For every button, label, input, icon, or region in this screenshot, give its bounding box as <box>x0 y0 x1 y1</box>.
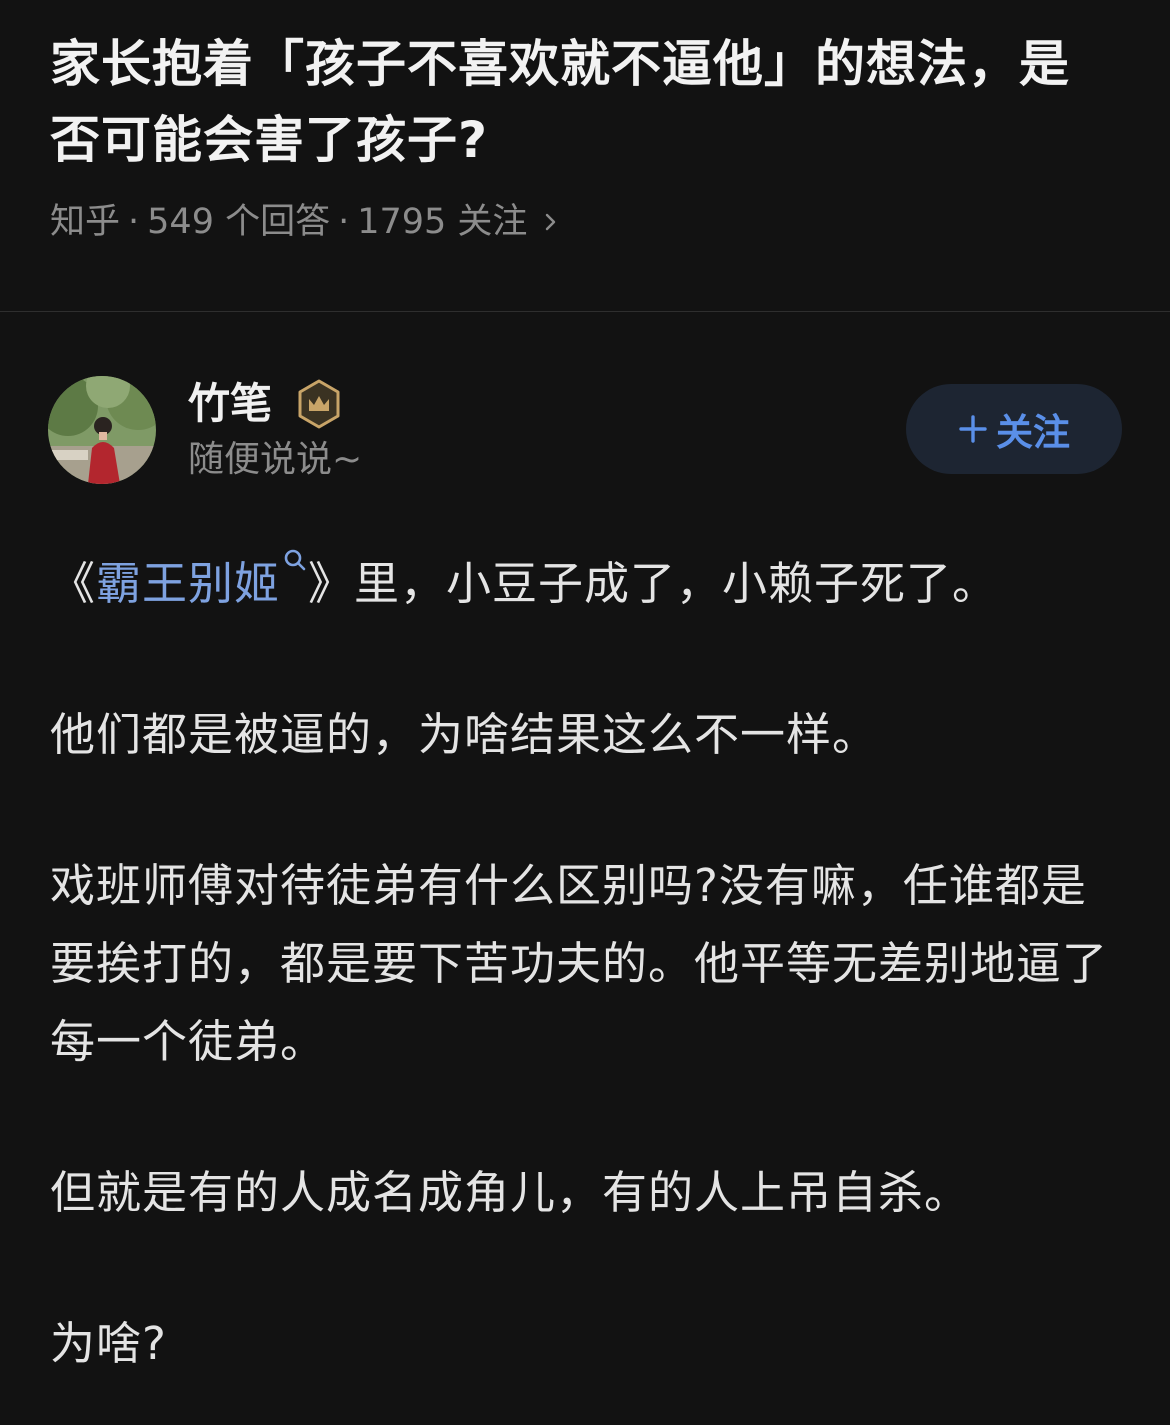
question-title[interactable]: 家长抱着「孩子不喜欢就不逼他」的想法，是否可能会害了孩子? <box>50 26 1120 178</box>
question-meta[interactable]: 知乎 · 549 个回答 · 1795 关注 <box>50 200 1120 244</box>
answer-paragraph: 《霸王别姬 》里，小豆子成了，小赖子死了。 <box>50 545 1110 623</box>
author-name-row: 竹笔 <box>188 378 344 430</box>
answer-paragraph: 为啥? <box>50 1317 167 1370</box>
answer-paragraph: 但就是有的人成名成角儿，有的人上吊自杀。 <box>50 1166 971 1219</box>
author-name[interactable]: 竹笔 <box>188 378 272 430</box>
search-icon <box>282 547 308 579</box>
crown-badge-icon[interactable] <box>294 379 344 429</box>
quote-open: 《 <box>50 557 97 610</box>
avatar[interactable] <box>48 376 156 484</box>
plus-icon <box>958 414 988 444</box>
answer-paragraph: 戏班师傅对待徒弟有什么区别吗?没有嘛，任谁都是要挨打的，都是要下苦功夫的。他平等… <box>50 859 1109 1068</box>
divider <box>0 311 1170 312</box>
follow-button[interactable]: 关注 <box>906 384 1122 474</box>
source-label: 知乎 <box>50 202 121 242</box>
search-link-text: 霸王别姬 <box>96 557 281 610</box>
search-link[interactable]: 霸王别姬 <box>96 549 308 610</box>
author-row: 竹笔 随便说说~ 关注 <box>48 376 1122 486</box>
question-header: 家长抱着「孩子不喜欢就不逼他」的想法，是否可能会害了孩子? 知乎 · 549 个… <box>50 26 1120 244</box>
answer-count: 549 个回答 <box>147 202 331 242</box>
meta-separator: · <box>338 202 350 242</box>
answer-body: 《霸王别姬 》里，小豆子成了，小赖子死了。 他们都是被逼的，为啥结果这么不一样。 … <box>50 545 1110 1383</box>
paragraph-text: 》里，小豆子成了，小赖子死了。 <box>308 557 999 610</box>
author-bio: 随便说说~ <box>188 439 363 480</box>
follow-count: 1795 关注 <box>357 202 528 242</box>
answer-paragraph: 他们都是被逼的，为啥结果这么不一样。 <box>50 708 879 761</box>
chevron-right-icon[interactable] <box>541 212 561 232</box>
follow-label: 关注 <box>996 411 1070 454</box>
meta-separator: · <box>128 202 140 242</box>
